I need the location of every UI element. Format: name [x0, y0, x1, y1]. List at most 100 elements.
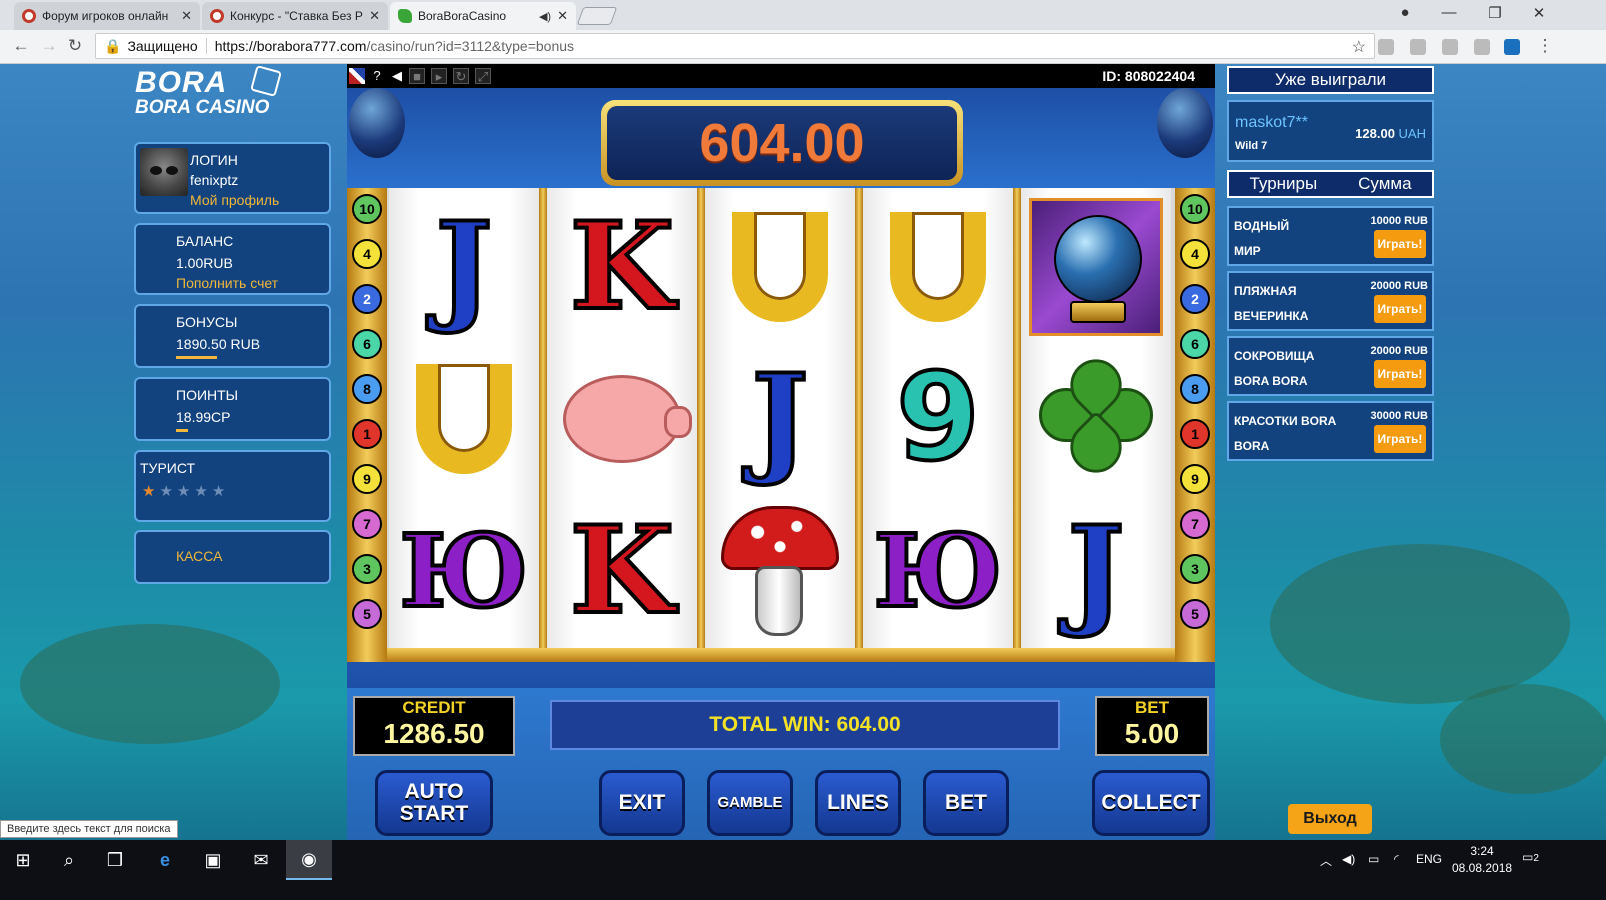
- bora-bora-logo[interactable]: BORA BORA CASINO: [135, 65, 282, 118]
- tournament-name-line2: МИР: [1234, 244, 1261, 258]
- search-icon[interactable]: ⌕: [46, 840, 92, 880]
- tournament-name-line1: КРАСОТКИ BORA: [1234, 414, 1337, 428]
- avatar[interactable]: [140, 148, 188, 196]
- fast-forward-icon[interactable]: ▸: [431, 68, 447, 84]
- extension-icon[interactable]: [1442, 39, 1458, 55]
- menu-dots-icon[interactable]: ⋮: [1534, 36, 1556, 56]
- back-icon[interactable]: ←: [10, 36, 32, 56]
- notification-icon[interactable]: ▭2: [1522, 850, 1539, 864]
- minimize-window-icon[interactable]: —: [1438, 4, 1460, 21]
- rank-stars: ★★★★★: [142, 482, 229, 500]
- task-view-icon[interactable]: ❒: [92, 840, 138, 880]
- tournament-name: СОКРОВИЩА BORA BORA: [1234, 344, 1364, 394]
- close-tab-icon[interactable]: ✕: [181, 8, 192, 24]
- refresh-icon[interactable]: ↻: [453, 68, 469, 84]
- clock[interactable]: 3:24 08.08.2018: [1452, 843, 1512, 877]
- star-icon: ★: [194, 483, 212, 500]
- tournament-play-button[interactable]: Играть!: [1374, 360, 1426, 388]
- cashier-card[interactable]: КАССА: [134, 530, 331, 584]
- collect-button[interactable]: COLLECT: [1092, 770, 1210, 836]
- symbol-glyph: Ю: [398, 512, 531, 630]
- winner-entry: maskot7** Wild 7 128.00 UAH: [1227, 100, 1434, 162]
- tournament-name: ВОДНЫЙ МИР: [1234, 214, 1364, 264]
- chrome-icon[interactable]: ◉: [286, 840, 332, 880]
- new-tab-button[interactable]: [576, 7, 618, 25]
- lines-button[interactable]: LINES: [815, 770, 901, 836]
- logo-line2: BORA CASINO: [135, 97, 270, 118]
- tournament-name-line2: ВЕЧЕРИНКА: [1234, 309, 1309, 323]
- volume-icon[interactable]: ◀): [1342, 852, 1355, 866]
- logout-button[interactable]: Выход: [1288, 804, 1372, 834]
- cashier-link[interactable]: КАССА: [176, 548, 222, 564]
- tournament-play-button[interactable]: Играть!: [1374, 295, 1426, 323]
- bonuses-progress-bar: [176, 356, 217, 359]
- horseshoe-symbol-icon: [863, 192, 1013, 342]
- browser-tab-forum[interactable]: Форум игроков онлайн ✕: [14, 2, 200, 30]
- winners-header: Уже выиграли: [1227, 66, 1434, 94]
- windows-start-icon[interactable]: ⊞: [0, 840, 46, 880]
- tournament-item: КРАСОТКИ BORA BORA 30000 RUB Играть!: [1227, 401, 1434, 461]
- wifi-icon[interactable]: ◜: [1394, 852, 1399, 866]
- tournament-name-line1: ВОДНЫЙ: [1234, 219, 1290, 233]
- tournament-play-button[interactable]: Играть!: [1374, 425, 1426, 453]
- extension-icon[interactable]: [1504, 39, 1520, 55]
- tournaments-header: Турниры Сумма: [1227, 170, 1434, 198]
- extension-icon[interactable]: [1474, 39, 1490, 55]
- reel-frame-bottom: [387, 648, 1175, 662]
- close-tab-icon[interactable]: ✕: [369, 8, 380, 24]
- store-icon[interactable]: ▣: [190, 840, 236, 880]
- maximize-window-icon[interactable]: ❐: [1484, 4, 1506, 22]
- total-win-display: TOTAL WIN: 604.00: [550, 700, 1060, 750]
- stop-icon[interactable]: ■: [409, 68, 425, 84]
- boraboracasino-favicon-icon: [398, 9, 412, 23]
- game-id: ID: 808022404: [1102, 68, 1195, 84]
- my-profile-link[interactable]: Мой профиль: [190, 192, 279, 208]
- language-indicator[interactable]: ENG: [1416, 852, 1442, 866]
- tournament-play-button[interactable]: Играть!: [1374, 230, 1426, 258]
- bet-button[interactable]: BET: [923, 770, 1009, 836]
- forward-icon[interactable]: →: [38, 36, 60, 56]
- mail-icon[interactable]: ✉: [238, 840, 284, 880]
- help-icon[interactable]: ?: [369, 68, 385, 84]
- exit-game-button[interactable]: EXIT: [599, 770, 685, 836]
- win-display: 604.00: [601, 100, 963, 186]
- browser-tab-boraboracasino[interactable]: BoraBoraCasino ◀) ✕: [390, 2, 576, 30]
- tray-chevron-icon[interactable]: ︿: [1320, 852, 1332, 869]
- reel-separator: [1013, 188, 1021, 662]
- close-window-icon[interactable]: ✕: [1528, 4, 1550, 22]
- extension-icon[interactable]: [1378, 39, 1394, 55]
- payline-number: 10: [1180, 194, 1210, 224]
- browser-tab-contest[interactable]: Конкурс - "Ставка Без Р ✕: [202, 2, 388, 30]
- balance-card: БАЛАНС 1.00RUB Пополнить счет: [134, 223, 331, 295]
- tournament-sum: 10000 RUB: [1370, 215, 1428, 227]
- gamble-button[interactable]: GAMBLE: [707, 770, 793, 836]
- letter-symbol: J: [389, 192, 539, 342]
- profile-icon[interactable]: ●: [1394, 4, 1416, 21]
- sound-icon[interactable]: ◀: [389, 68, 405, 84]
- language-flag-icon[interactable]: [349, 68, 365, 84]
- address-bar[interactable]: 🔒 Защищено https://borabora777.com /casi…: [95, 33, 1375, 59]
- autostart-button[interactable]: AUTO START: [375, 770, 493, 836]
- reel-5: J: [1021, 188, 1171, 648]
- clock-date: 08.08.2018: [1452, 861, 1513, 875]
- letter-symbol: K: [547, 496, 697, 646]
- bookmark-star-icon[interactable]: ☆: [1352, 37, 1366, 57]
- fullscreen-icon[interactable]: ⤢: [475, 68, 491, 84]
- speaker-icon[interactable]: ◀): [539, 10, 551, 23]
- payline-number: 1: [352, 419, 382, 449]
- reload-icon[interactable]: ↻: [64, 36, 86, 56]
- letter-symbol: K: [547, 192, 697, 342]
- tournament-sum: 20000 RUB: [1370, 280, 1428, 292]
- edge-browser-icon[interactable]: e: [142, 840, 188, 880]
- autostart-label-line1: AUTO: [404, 779, 464, 803]
- credit-label: CREDIT: [402, 698, 466, 717]
- crystal-orb-decoration: [1157, 88, 1213, 158]
- close-tab-icon[interactable]: ✕: [557, 8, 568, 24]
- deposit-link[interactable]: Пополнить счет: [176, 275, 278, 291]
- extension-icon[interactable]: [1410, 39, 1426, 55]
- battery-icon[interactable]: ▭: [1368, 852, 1379, 866]
- tournaments-header-label: Турниры: [1249, 174, 1318, 193]
- tournament-name-line1: ПЛЯЖНАЯ: [1234, 284, 1297, 298]
- browser-toolbar: ← → ↻ 🔒 Защищено https://borabora777.com…: [0, 30, 1606, 64]
- letter-symbol: J: [1021, 496, 1171, 646]
